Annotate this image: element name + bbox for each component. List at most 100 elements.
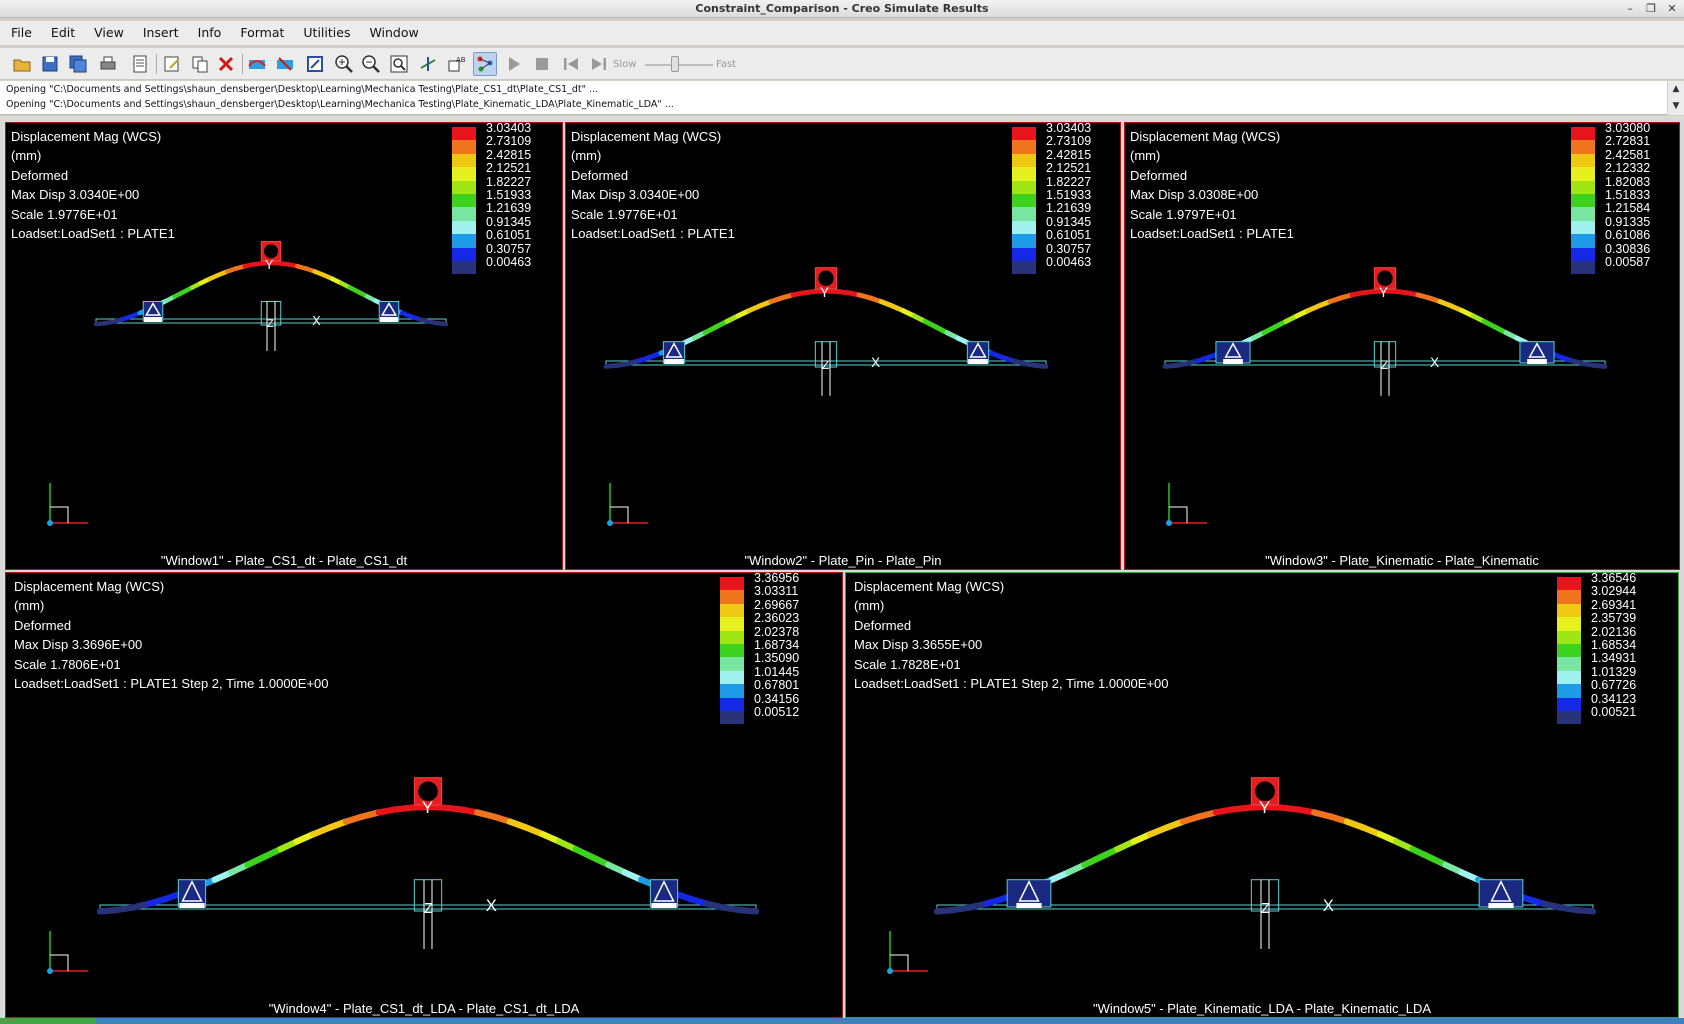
window-info: Displacement Mag (WCS) (mm) Deformed Max… <box>14 577 329 693</box>
legend-value: 1.51933 <box>486 187 532 202</box>
legend-swatch <box>1557 670 1581 685</box>
legend-value: 1.82227 <box>486 174 532 189</box>
edit-definition-icon[interactable] <box>160 52 184 76</box>
legend-swatch <box>720 697 744 711</box>
window-name: "Window3" - Plate_Kinematic - Plate_Kine… <box>1265 553 1539 568</box>
scroll-down-icon[interactable]: ▼ <box>1668 98 1684 115</box>
z-axis-label: Z <box>424 901 433 917</box>
deformed-segment <box>1573 906 1597 915</box>
menu-utilities[interactable]: Utilities <box>292 21 358 45</box>
legend-value: 0.00463 <box>1046 254 1092 269</box>
edit-window-icon[interactable] <box>303 52 327 76</box>
hide-results-icon[interactable] <box>273 52 297 76</box>
close-button[interactable]: ✕ <box>1664 1 1680 16</box>
speed-slider-track[interactable] <box>645 64 713 66</box>
info-line: Deformed <box>1130 167 1188 183</box>
legend-value: 0.67726 <box>1591 678 1637 693</box>
restore-button[interactable]: ❐ <box>1643 1 1659 16</box>
support-base <box>144 317 162 322</box>
legend-value: 3.02944 <box>1591 584 1637 599</box>
print-icon[interactable] <box>96 52 120 76</box>
legend-swatch <box>720 643 744 658</box>
info-line: Displacement Mag (WCS) <box>571 129 722 144</box>
menu-edit[interactable]: Edit <box>40 21 83 45</box>
result-window-5[interactable]: Y X Z Displacement Mag (WCS) (mm) Deformed… <box>845 572 1679 1018</box>
menu-file[interactable]: File <box>0 21 40 45</box>
result-window-3[interactable]: Y X Z Displacement Mag (WCS) (mm) Deformed… <box>1124 122 1680 570</box>
x-axis-label: X <box>871 355 880 370</box>
show-results-icon[interactable] <box>245 52 269 76</box>
support-box <box>1478 879 1524 908</box>
y-axis-label: Y <box>422 798 433 817</box>
save-all-icon[interactable] <box>66 52 90 76</box>
legend-swatch <box>1557 684 1581 698</box>
result-window-4[interactable]: Y X Z Displacement Mag (WCS) (mm) Deformed… <box>5 572 843 1018</box>
menu-info[interactable]: Info <box>187 21 230 45</box>
legend-swatch <box>1557 697 1581 711</box>
legend-swatch <box>452 260 476 275</box>
speed-slider-thumb[interactable] <box>671 56 679 72</box>
result-window-1[interactable]: Y X Z Displacement Mag (WCS) (mm) Deformed… <box>5 122 563 570</box>
spin-icon[interactable] <box>416 52 440 76</box>
triad-origin <box>47 968 53 974</box>
copy-icon[interactable] <box>188 52 212 76</box>
support-base <box>1016 903 1042 908</box>
label-icon[interactable]: AB <box>444 52 468 76</box>
step-forward-icon[interactable] <box>587 52 611 76</box>
info-line: Displacement Mag (WCS) <box>854 579 1005 594</box>
menu-window[interactable]: Window <box>358 21 426 45</box>
deformed-segment <box>1591 362 1608 369</box>
load-box-hole <box>818 270 834 287</box>
message-scrollbar[interactable]: ▲ ▼ <box>1667 81 1684 115</box>
refit-icon[interactable] <box>387 52 411 76</box>
menu-format[interactable]: Format <box>229 21 292 45</box>
support-base <box>664 359 684 364</box>
legend-value: 0.91335 <box>1605 214 1651 229</box>
scroll-up-icon[interactable]: ▲ <box>1668 81 1684 98</box>
window-name: "Window2" - Plate_Pin - Plate_Pin <box>744 553 942 568</box>
svg-text:AB: AB <box>456 56 466 64</box>
zoom-in-icon[interactable] <box>332 52 356 76</box>
triad-box <box>1169 506 1188 523</box>
delete-icon[interactable] <box>214 52 238 76</box>
legend-value: 2.12332 <box>1605 161 1651 176</box>
legend-value: 1.68734 <box>754 637 800 652</box>
info-line: Displacement Mag (WCS) <box>1130 129 1281 144</box>
legend-swatch <box>1571 207 1595 221</box>
support-base <box>1527 359 1547 364</box>
menu-insert[interactable]: Insert <box>132 21 187 45</box>
legend-value: 2.35739 <box>1591 611 1637 626</box>
support-base <box>651 903 677 908</box>
legend-value: 1.82227 <box>1046 174 1092 189</box>
legend-swatch <box>1571 193 1595 208</box>
legend-swatch <box>1012 140 1036 154</box>
legend-swatch <box>452 207 476 221</box>
legend-swatch <box>720 670 744 685</box>
info-line: Loadset:LoadSet1 : PLATE1 Step 2, Time 1… <box>14 676 329 692</box>
support-box <box>649 879 679 908</box>
info-line: (mm) <box>571 148 602 164</box>
menu-view[interactable]: View <box>83 21 132 45</box>
result-window-2[interactable]: Y X Z Displacement Mag (WCS) (mm) Deformed… <box>565 122 1121 570</box>
legend-swatch <box>720 710 744 725</box>
open-icon[interactable] <box>10 52 34 76</box>
menu-bar: File Edit View Insert Info Format Utilities Win… <box>0 21 1684 45</box>
z-axis-label: Z <box>822 358 829 372</box>
zoom-out-icon[interactable] <box>359 52 383 76</box>
save-icon[interactable] <box>38 52 62 76</box>
y-axis-label: Y <box>820 285 829 300</box>
z-axis-label: Z <box>267 318 274 330</box>
support-base <box>1488 903 1514 908</box>
legend-swatch <box>1571 153 1595 168</box>
legend-value: 1.21639 <box>486 201 532 216</box>
step-back-icon[interactable] <box>559 52 583 76</box>
legend-swatch <box>452 140 476 154</box>
support-box <box>177 879 207 908</box>
query-icon[interactable] <box>473 52 497 76</box>
stop-icon[interactable] <box>530 52 554 76</box>
legend-value: 2.12521 <box>486 161 532 176</box>
deformed-segment <box>435 321 449 327</box>
report-icon[interactable] <box>128 52 152 76</box>
play-icon[interactable] <box>502 52 526 76</box>
minimize-button[interactable]: – <box>1622 1 1638 16</box>
